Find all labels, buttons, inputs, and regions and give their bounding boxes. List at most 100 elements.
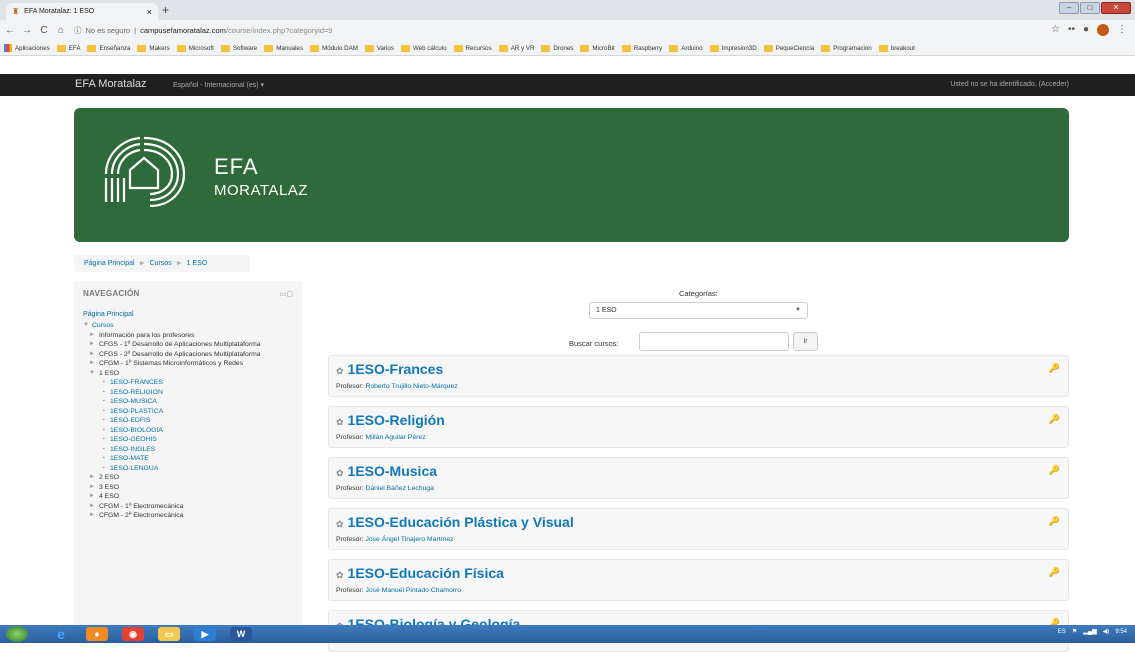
breadcrumb-current[interactable]: 1 ESO: [187, 260, 208, 267]
bookmark-folder[interactable]: Drones: [541, 44, 573, 52]
teacher-link[interactable]: Jose Ángel Tinajero Martínez: [365, 536, 453, 543]
nav-course-link[interactable]: 1ESO-INGLES: [83, 445, 302, 455]
guest-access-icon: 🔑: [1048, 414, 1060, 424]
course-title[interactable]: ✿ 1ESO-Educación Física: [336, 565, 504, 581]
player-icon[interactable]: ▶: [194, 627, 216, 641]
breadcrumb-home[interactable]: Página Principal: [84, 260, 135, 267]
ie-icon[interactable]: e: [50, 627, 72, 641]
nav-course-link[interactable]: 1ESO-PLASTICA: [83, 407, 302, 417]
nav-home-link[interactable]: Página Principal: [83, 311, 302, 318]
chrome-icon[interactable]: ◉: [122, 627, 144, 641]
nav-category[interactable]: ► 2 ESO: [83, 473, 302, 483]
new-tab-button[interactable]: +: [162, 3, 169, 17]
tray-flag-icon[interactable]: ⚑: [1072, 628, 1077, 635]
back-icon[interactable]: ←: [3, 25, 17, 36]
bookmark-folder[interactable]: Módulo DAM: [310, 44, 358, 52]
nav-category[interactable]: ► 3 ESO: [83, 483, 302, 493]
bookmark-folder[interactable]: Raspberry: [621, 44, 662, 52]
nav-category-open[interactable]: ▼ 1 ESO: [83, 369, 302, 379]
nav-course-link[interactable]: 1ESO-MATE: [83, 454, 302, 464]
tray-network-icon[interactable]: ▂▄▆: [1083, 628, 1096, 635]
nav-course-link[interactable]: 1ESO-GEOHIS: [83, 435, 302, 445]
bookmark-folder[interactable]: Impresion3D: [709, 44, 757, 52]
nav-course-link[interactable]: 1ESO-FRANCES: [83, 378, 302, 388]
reload-icon[interactable]: C: [37, 25, 51, 36]
nav-category[interactable]: ► CFGM - 1º Sistemas Microinformáticos y …: [83, 359, 302, 369]
bookmark-folder[interactable]: MicroBit: [580, 44, 615, 52]
bookmark-folder[interactable]: PequeCiencia: [763, 44, 814, 52]
teacher-link[interactable]: Millán Aguilar Pérez: [365, 434, 425, 441]
teacher-link[interactable]: José Manuel Pintado Chamorro: [365, 587, 461, 594]
course-title[interactable]: ✿ 1ESO-Frances: [336, 361, 443, 377]
bookmark-apps[interactable]: Aplicaciones: [4, 44, 50, 52]
info-icon[interactable]: ⓘ: [74, 25, 82, 36]
course-title[interactable]: ✿ 1ESO-Religión: [336, 412, 445, 428]
bookmark-folder[interactable]: Enseñanza: [87, 44, 130, 52]
nav-category[interactable]: ► CFGM - 1º Electromecánica: [83, 502, 302, 512]
maximize-button[interactable]: □: [1080, 2, 1100, 14]
tray-clock[interactable]: 9:54: [1115, 629, 1127, 635]
course-name[interactable]: 1ESO-Educación Física: [348, 565, 504, 581]
course-title[interactable]: ✿ 1ESO-Musica: [336, 463, 437, 479]
bookmark-folder[interactable]: Programacion: [821, 44, 872, 52]
minimize-button[interactable]: –: [1059, 2, 1079, 14]
nav-category[interactable]: ► CFGS - 1º Desarrollo de Aplicaciones Mu…: [83, 340, 302, 350]
bookmark-folder[interactable]: Recursos: [453, 44, 492, 52]
login-status[interactable]: Usted no se ha identificado. (Acceder): [950, 81, 1069, 88]
course-title[interactable]: ✿ 1ESO-Educación Plástica y Visual: [336, 514, 574, 530]
nav-category[interactable]: ► CFGS - 2º Desarrollo de Aplicaciones Mu…: [83, 350, 302, 360]
start-button[interactable]: [6, 626, 28, 642]
profile-avatar[interactable]: [1097, 24, 1109, 36]
nav-category[interactable]: ► 4 ESO: [83, 492, 302, 502]
menu-icon[interactable]: ⋮: [1117, 24, 1127, 36]
language-menu[interactable]: Español - Internacional (es) ▾: [173, 81, 264, 89]
url-field[interactable]: ⓘ No es seguro | campusefamoratalaz.com/…: [74, 25, 332, 36]
search-go-button[interactable]: Ir: [793, 332, 818, 351]
folder-icon[interactable]: ▭: [158, 627, 180, 641]
category-select[interactable]: 1 ESO ▼: [589, 302, 808, 319]
bookmark-folder[interactable]: EFA: [56, 44, 80, 52]
bookmark-folder[interactable]: Software: [220, 44, 257, 52]
bookmark-folder[interactable]: breakout: [878, 44, 915, 52]
bookmark-folder[interactable]: Arduino: [669, 44, 703, 52]
search-courses-input[interactable]: [639, 332, 789, 351]
window-close-button[interactable]: ✕: [1101, 2, 1131, 14]
tray-volume-icon[interactable]: ◀): [1103, 628, 1110, 635]
guest-access-icon: 🔑: [1048, 567, 1060, 577]
tray-language[interactable]: ES: [1058, 629, 1066, 635]
folder-icon: [400, 44, 410, 52]
forward-icon[interactable]: →: [20, 25, 34, 36]
breadcrumb-courses[interactable]: Cursos: [150, 260, 172, 267]
nav-course-link[interactable]: 1ESO-EDFIS: [83, 416, 302, 426]
course-name[interactable]: 1ESO-Religión: [348, 412, 445, 428]
extension-icon[interactable]: ••: [1068, 24, 1075, 36]
site-brand[interactable]: EFA Moratalaz: [75, 78, 147, 90]
bookmark-folder[interactable]: Microsoft: [176, 44, 214, 52]
nav-course-link[interactable]: 1ESO-MUSICA: [83, 397, 302, 407]
nav-category[interactable]: ► Información para los profesores: [83, 331, 302, 341]
course-name[interactable]: 1ESO-Musica: [348, 463, 437, 479]
teacher-link[interactable]: Roberto Trujillo Nieto-Márquez: [365, 383, 457, 390]
nav-course-link[interactable]: 1ESO-LENGUA: [83, 464, 302, 474]
nav-course-link[interactable]: 1ESO-BIOLOGIA: [83, 426, 302, 436]
extension-circle-icon[interactable]: ●: [1083, 24, 1089, 36]
word-icon[interactable]: W: [230, 627, 252, 641]
nav-course-link[interactable]: 1ESO-RELIGION: [83, 388, 302, 398]
star-icon[interactable]: ☆: [1051, 24, 1060, 36]
course-name[interactable]: 1ESO-Frances: [348, 361, 444, 377]
bookmark-folder[interactable]: AR y VR: [498, 44, 534, 52]
course-name[interactable]: 1ESO-Educación Plástica y Visual: [348, 514, 574, 530]
home-icon[interactable]: ⌂: [54, 25, 68, 36]
bookmark-folder[interactable]: Manuales: [264, 44, 303, 52]
bookmark-folder[interactable]: Varios: [364, 44, 394, 52]
nav-courses[interactable]: ▼ Cursos: [83, 321, 302, 331]
media-icon[interactable]: ●: [86, 627, 108, 641]
teacher-link[interactable]: Daniel Báñez Lechuga: [365, 485, 433, 492]
bookmark-folder[interactable]: Makers: [137, 44, 170, 52]
teacher-prefix: Profesor:: [336, 536, 366, 543]
bookmark-folder[interactable]: Web cálculo: [400, 44, 447, 52]
browser-tab[interactable]: ♜ EFA Moratalaz: 1 ESO ×: [6, 3, 158, 20]
block-dock-icon[interactable]: ▭▢: [280, 290, 293, 298]
nav-category[interactable]: ► CFGM - 2º Electromecánica: [83, 511, 302, 521]
tab-close-icon[interactable]: ×: [147, 7, 152, 17]
